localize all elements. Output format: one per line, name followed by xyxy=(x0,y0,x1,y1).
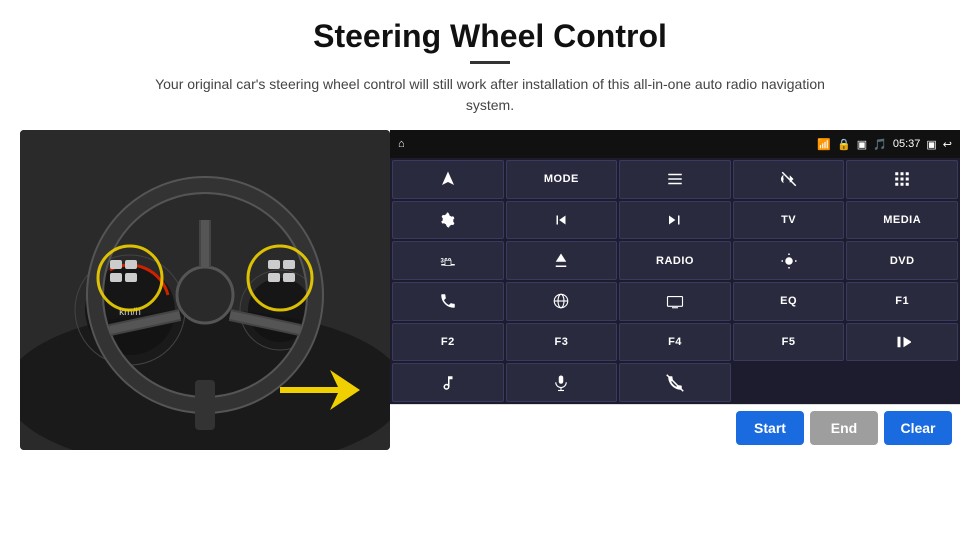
mute-btn[interactable] xyxy=(733,160,845,199)
radio-btn[interactable]: RADIO xyxy=(619,241,731,280)
end-button[interactable]: End xyxy=(810,411,878,445)
bt-icon: 🎵 xyxy=(873,138,887,151)
eject-btn[interactable] xyxy=(506,241,618,280)
status-bar-left: ⌂ xyxy=(398,138,405,150)
start-button[interactable]: Start xyxy=(736,411,804,445)
screen-icon: ▣ xyxy=(926,138,936,151)
f5-btn[interactable]: F5 xyxy=(733,323,845,362)
f2-btn[interactable]: F2 xyxy=(392,323,504,362)
mode-btn[interactable]: MODE xyxy=(506,160,618,199)
sd-icon: ▣ xyxy=(857,138,867,151)
media-btn[interactable]: MEDIA xyxy=(846,201,958,240)
status-bar-right: 📶 🔒 ▣ 🎵 05:37 ▣ ↩ xyxy=(817,138,952,151)
navigate-btn[interactable] xyxy=(392,160,504,199)
list-btn[interactable] xyxy=(619,160,731,199)
home-icon: ⌂ xyxy=(398,138,405,150)
settings-btn[interactable] xyxy=(392,201,504,240)
playpause-btn[interactable] xyxy=(846,323,958,362)
back-icon: ↩ xyxy=(943,138,952,151)
eq-btn[interactable]: EQ xyxy=(733,282,845,321)
360-btn[interactable]: 360 xyxy=(392,241,504,280)
clear-button[interactable]: Clear xyxy=(884,411,952,445)
next-btn[interactable] xyxy=(619,201,731,240)
status-bar: ⌂ 📶 🔒 ▣ 🎵 05:37 ▣ ↩ xyxy=(390,130,960,158)
brightness-btn[interactable] xyxy=(733,241,845,280)
button-grid: MODE TV xyxy=(390,158,960,404)
page-title: Steering Wheel Control xyxy=(313,18,667,55)
steering-wheel-image: km/h xyxy=(20,130,390,450)
music-btn[interactable] xyxy=(392,363,504,402)
f1-btn[interactable]: F1 xyxy=(846,282,958,321)
wifi-icon: 📶 xyxy=(817,138,831,151)
tv-btn[interactable]: TV xyxy=(733,201,845,240)
phone-btn[interactable] xyxy=(392,282,504,321)
prev-btn[interactable] xyxy=(506,201,618,240)
f3-btn[interactable]: F3 xyxy=(506,323,618,362)
call-end-btn[interactable] xyxy=(619,363,731,402)
apps-btn[interactable] xyxy=(846,160,958,199)
lock-icon: 🔒 xyxy=(837,138,851,151)
f4-btn[interactable]: F4 xyxy=(619,323,731,362)
dvd-btn[interactable]: DVD xyxy=(846,241,958,280)
screen-btn[interactable] xyxy=(619,282,731,321)
bottom-bar: Start End Clear xyxy=(390,404,960,450)
control-panel: ⌂ 📶 🔒 ▣ 🎵 05:37 ▣ ↩ MODE xyxy=(390,130,960,450)
title-divider xyxy=(470,61,510,64)
mic-btn[interactable] xyxy=(506,363,618,402)
time-display: 05:37 xyxy=(893,138,921,150)
browser-btn[interactable] xyxy=(506,282,618,321)
page-subtitle: Your original car's steering wheel contr… xyxy=(140,74,840,116)
